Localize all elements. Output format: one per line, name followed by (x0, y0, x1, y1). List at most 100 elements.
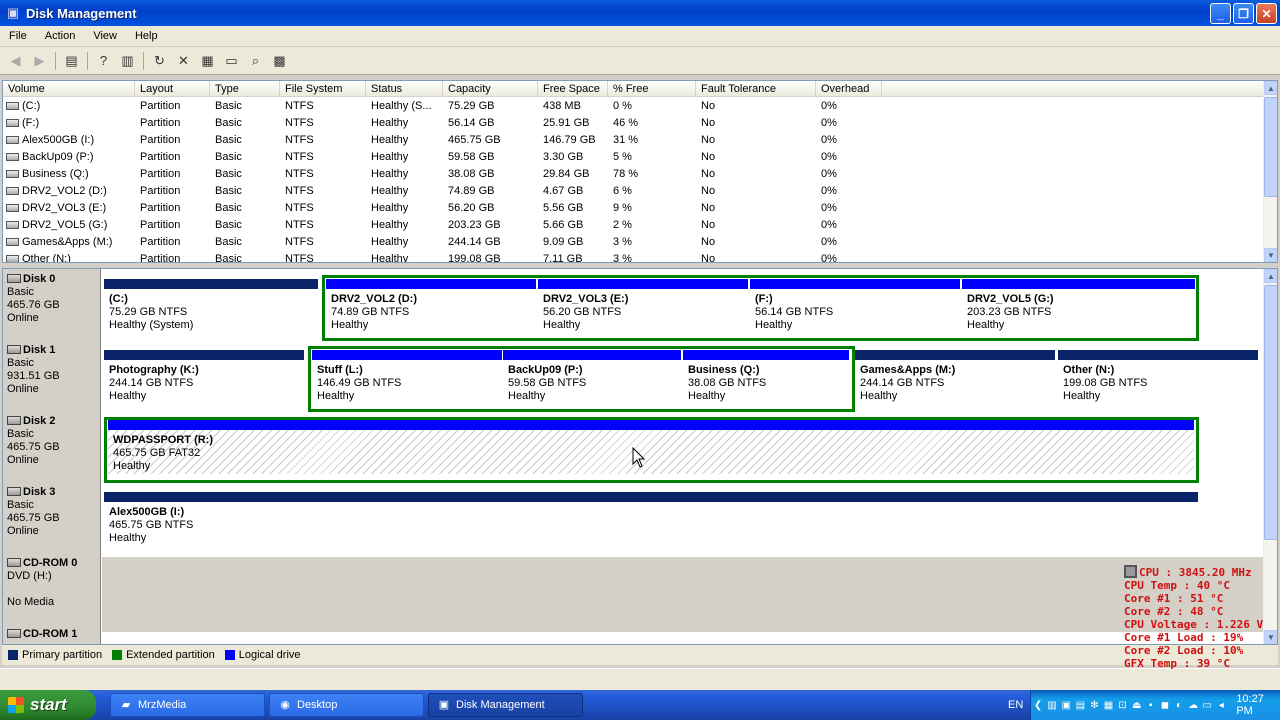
partition-0-3[interactable]: (F:) 56.14 GB NTFS Healthy (750, 279, 960, 333)
table-row[interactable]: Other (N:) Partition Basic NTFS Healthy 199.0… (3, 251, 1265, 263)
table-row[interactable]: (F:) Partition Basic NTFS Healthy 56.14 GB 25.… (3, 115, 1265, 132)
volume-list-scrollbar[interactable]: ▲ ▼ (1263, 81, 1277, 262)
column-header[interactable]: Layout (135, 81, 210, 97)
column-header[interactable]: Type (210, 81, 280, 97)
options-icon[interactable]: ▩ (268, 50, 291, 72)
tray-network-icon[interactable]: ▥ (1046, 699, 1058, 712)
column-header[interactable]: File System (280, 81, 366, 97)
clock[interactable]: 10:27 PM (1236, 693, 1280, 717)
show-hide-console-tree-icon[interactable]: ▤ (60, 50, 83, 72)
scroll-thumb[interactable] (1264, 285, 1277, 540)
column-header[interactable]: Capacity (443, 81, 538, 97)
refresh-icon[interactable]: ↻ (148, 50, 171, 72)
menu-view[interactable]: View (84, 30, 126, 42)
scroll-up-arrow-icon[interactable]: ▲ (1264, 81, 1277, 95)
open-icon[interactable]: ▭ (220, 50, 243, 72)
partition-size: 465.75 GB NTFS (109, 519, 194, 531)
table-row[interactable]: DRV2_VOL3 (E:) Partition Basic NTFS Healthy 5… (3, 200, 1265, 217)
partition-1-2[interactable]: BackUp09 (P:) 59.58 GB NTFS Healthy (503, 350, 681, 404)
column-header[interactable]: Fault Tolerance (696, 81, 816, 97)
menu-file[interactable]: File (0, 30, 36, 42)
table-cell: NTFS (285, 253, 314, 263)
table-row[interactable]: DRV2_VOL2 (D:) Partition Basic NTFS Healthy 7… (3, 183, 1265, 200)
properties-icon[interactable]: ▥ (116, 50, 139, 72)
task-disk-management[interactable]: ▣ Disk Management (428, 693, 583, 717)
column-header[interactable]: Status (366, 81, 443, 97)
scroll-down-arrow-icon[interactable]: ▼ (1264, 630, 1277, 644)
task-mrzmedia[interactable]: ▰ MrzMedia (110, 693, 265, 717)
column-header[interactable]: % Free (608, 81, 696, 97)
tray-tool-icon[interactable]: ✻ (1088, 699, 1100, 712)
tray-safely-remove-icon[interactable]: ⏏ (1131, 699, 1143, 712)
drive-icon (6, 204, 19, 212)
scroll-up-arrow-icon[interactable]: ▲ (1264, 269, 1277, 283)
close-button[interactable]: ✕ (1256, 3, 1277, 24)
tray-monitor-icon[interactable]: ▦ (1102, 699, 1114, 712)
properties2-icon[interactable]: ▦ (196, 50, 219, 72)
menu-action[interactable]: Action (36, 30, 85, 42)
partition-size: 75.29 GB NTFS (109, 306, 188, 318)
table-row[interactable]: Alex500GB (I:) Partition Basic NTFS Healthy 4… (3, 132, 1265, 149)
partition-0-2[interactable]: DRV2_VOL3 (E:) 56.20 GB NTFS Healthy (538, 279, 748, 333)
table-row[interactable]: (C:) Partition Basic NTFS Healthy (S... 75.29… (3, 98, 1265, 115)
tray-expand-icon[interactable]: ❮ (1032, 699, 1044, 712)
table-row[interactable]: BackUp09 (P:) Partition Basic NTFS Healthy 59… (3, 149, 1265, 166)
table-cell: 146.79 GB (543, 134, 596, 146)
menu-help[interactable]: Help (126, 30, 167, 42)
start-button[interactable]: start (0, 690, 96, 720)
tray-chat-icon[interactable]: ◐ (1173, 699, 1185, 712)
tray-display-icon[interactable]: ▣ (1060, 699, 1072, 712)
partition-1-3[interactable]: Business (Q:) 38.08 GB NTFS Healthy (683, 350, 849, 404)
disk-name: Disk 2 (23, 415, 56, 427)
delete-icon[interactable]: ✕ (172, 50, 195, 72)
tray-lock-icon[interactable]: ▪ (1145, 699, 1157, 712)
tray-sensor-icon[interactable]: ⊡ (1117, 699, 1129, 712)
partition-1-5[interactable]: Other (N:) 199.08 GB NTFS Healthy (1058, 350, 1258, 404)
table-row[interactable]: Business (Q:) Partition Basic NTFS Healthy 38… (3, 166, 1265, 183)
partition-0-4[interactable]: DRV2_VOL5 (G:) 203.23 GB NTFS Healthy (962, 279, 1195, 333)
partition-1-1[interactable]: Stuff (L:) 146.49 GB NTFS Healthy (312, 350, 502, 404)
tray-mixer-icon[interactable]: ▤ (1074, 699, 1086, 712)
tray-usb-icon[interactable]: ▭ (1201, 699, 1213, 712)
partition-status: Healthy (System) (109, 319, 194, 331)
tray-cloud-icon[interactable]: ☁ (1187, 699, 1199, 712)
partition-1-4[interactable]: Games&Apps (M:) 244.14 GB NTFS Healthy (855, 350, 1055, 404)
taskbar: start ▰ MrzMedia ◉ Desktop ▣ Disk Managemen… (0, 690, 1280, 720)
scroll-down-arrow-icon[interactable]: ▼ (1264, 248, 1277, 262)
maximize-button[interactable]: ❐ (1233, 3, 1254, 24)
volume-list: Volume Layout Type File System Status Capacit… (2, 80, 1278, 263)
column-header[interactable]: Volume (3, 81, 135, 97)
forward-arrow-icon[interactable]: ▶ (28, 50, 51, 72)
disk-label-3: Disk 3 Basic 465.75 GB Online (3, 482, 101, 553)
partition-2-0[interactable]: WDPASSPORT (R:) 465.75 GB FAT32 Healthy (108, 420, 1194, 474)
table-cell: Basic (215, 100, 242, 112)
scroll-thumb[interactable] (1264, 97, 1277, 197)
graphical-view-scrollbar[interactable]: ▲ ▼ (1263, 269, 1277, 644)
disk-label-0: Disk 0 Basic 465.76 GB Online (3, 269, 101, 340)
table-row[interactable]: DRV2_VOL5 (G:) Partition Basic NTFS Healthy 2… (3, 217, 1265, 234)
table-cell: Basic (215, 236, 242, 248)
rescan-icon[interactable]: ⌕ (244, 50, 267, 72)
tray-wd-icon[interactable]: ◼ (1159, 699, 1171, 712)
table-row[interactable]: Games&Apps (M:) Partition Basic NTFS Healthy… (3, 234, 1265, 251)
partition-3-0[interactable]: Alex500GB (I:) 465.75 GB NTFS Healthy (104, 492, 1198, 548)
tray-volume-icon[interactable]: ◂ (1215, 699, 1227, 712)
help-icon[interactable]: ? (92, 50, 115, 72)
column-header[interactable]: Overhead (816, 81, 882, 97)
drive-icon (6, 102, 19, 110)
partition-0-1[interactable]: DRV2_VOL2 (D:) 74.89 GB NTFS Healthy (326, 279, 536, 333)
disk-management-icon: ▣ (6, 5, 20, 20)
table-cell: NTFS (285, 219, 314, 231)
task-desktop[interactable]: ◉ Desktop (269, 693, 424, 717)
language-indicator[interactable]: EN (1008, 699, 1023, 711)
minimize-button[interactable]: _ (1210, 3, 1231, 24)
disk-state: No Media (7, 596, 55, 608)
table-cell: Healthy (371, 202, 409, 214)
table-cell: Basic (215, 219, 242, 231)
partition-1-0[interactable]: Photography (K:) 244.14 GB NTFS Healthy (104, 350, 304, 404)
partition-0-0[interactable]: (C:) 75.29 GB NTFS Healthy (System) (104, 279, 318, 333)
partition-size: 74.89 GB NTFS (331, 306, 410, 318)
title-bar: ▣ Disk Management _ ❐ ✕ (0, 0, 1280, 26)
column-header[interactable]: Free Space (538, 81, 608, 97)
back-arrow-icon[interactable]: ◀ (4, 50, 27, 72)
